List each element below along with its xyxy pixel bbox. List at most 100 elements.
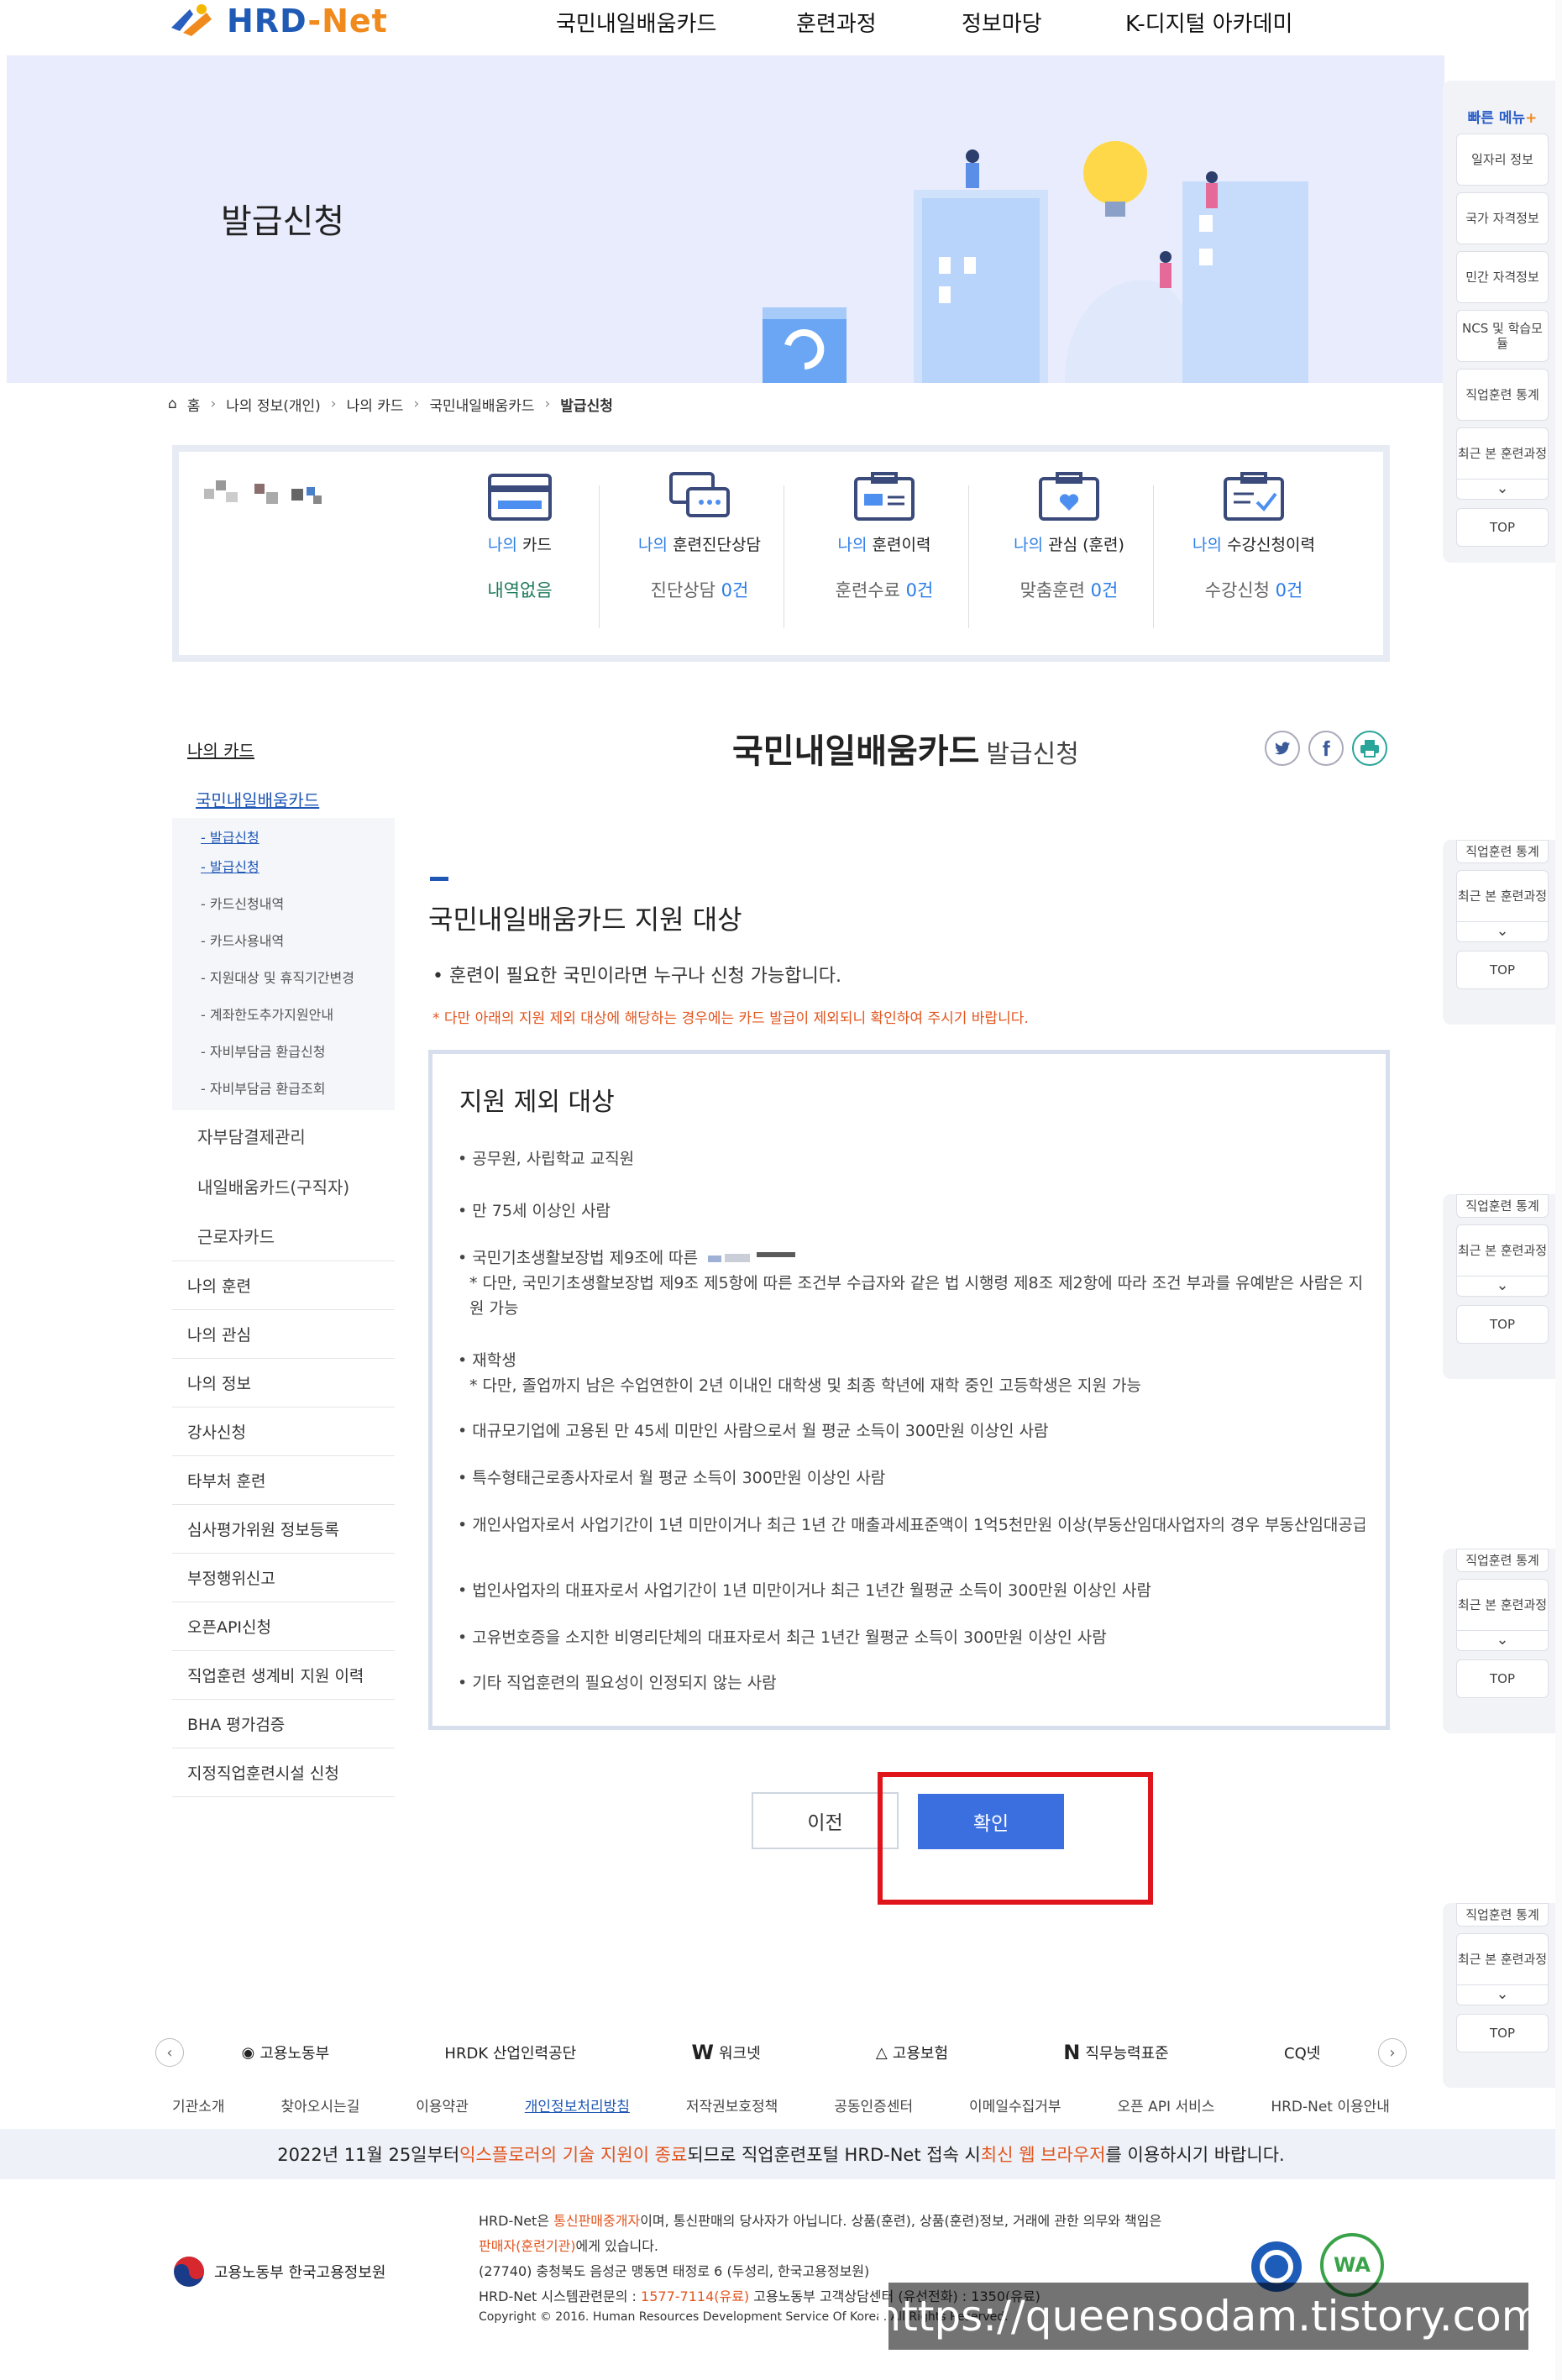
sidebar-sub-apply-clipped[interactable]: - 발급신청 bbox=[172, 823, 395, 847]
quick-private-cert[interactable]: 민간 자격정보 bbox=[1456, 251, 1549, 303]
footer-link[interactable]: 기관소개 bbox=[172, 2094, 225, 2115]
quick-recent-courses[interactable]: 최근 본 훈련과정 bbox=[1456, 1224, 1549, 1276]
watermark: https://queensodam.tistory.com bbox=[875, 2283, 1542, 2350]
sidebar-item-jobseeker-card[interactable]: 내일배움카드(구직자) bbox=[172, 1161, 395, 1211]
sidebar-item-naeil-card[interactable]: 국민내일배움카드 bbox=[172, 780, 395, 818]
breadcrumb-home[interactable]: 홈 bbox=[187, 394, 201, 415]
footer-link[interactable]: 이메일수집거부 bbox=[969, 2094, 1061, 2115]
partner-worknet[interactable]: W 워크넷 bbox=[691, 2041, 760, 2064]
stat-training-history[interactable]: 나의 훈련이력 훈련수료 0건 bbox=[792, 470, 977, 602]
sidebar-item-reviewer[interactable]: 심사평가위원 정보등록 bbox=[172, 1505, 395, 1554]
sidebar-item-worker-card[interactable]: 근로자카드 bbox=[172, 1211, 395, 1261]
nav-info[interactable]: 정보마당 bbox=[962, 7, 1042, 38]
quick-ncs[interactable]: NCS 및 학습모듈 bbox=[1456, 310, 1549, 362]
partner-cq[interactable]: CQ넷 bbox=[1284, 2042, 1320, 2063]
breadcrumb-naeil-card[interactable]: 국민내일배움카드 bbox=[429, 394, 534, 415]
stat-enrollment[interactable]: 나의 수강신청이력 수강신청 0건 bbox=[1161, 470, 1346, 602]
quick-top-button[interactable]: TOP bbox=[1456, 951, 1549, 989]
sidebar-item-other-ministry[interactable]: 타부처 훈련 bbox=[172, 1456, 395, 1505]
sidebar-item-bha[interactable]: BHA 평가검증 bbox=[172, 1700, 395, 1748]
quick-top-button[interactable]: TOP bbox=[1456, 508, 1549, 547]
chevron-left-icon[interactable]: ‹ bbox=[155, 2038, 184, 2067]
quick-top-button[interactable]: TOP bbox=[1456, 2014, 1549, 2052]
prev-button[interactable]: 이전 bbox=[752, 1792, 899, 1849]
quick-national-cert[interactable]: 국가 자격정보 bbox=[1456, 192, 1549, 244]
partner-ei[interactable]: △ 고용보험 bbox=[876, 2042, 948, 2063]
section-title: 국민내일배움카드 지원 대상 bbox=[428, 904, 742, 936]
heart-folder-icon bbox=[1039, 472, 1099, 521]
footer-link[interactable]: 저작권보호정책 bbox=[686, 2094, 778, 2115]
breadcrumb-current: 발급신청 bbox=[560, 397, 613, 415]
quick-training-stats[interactable]: 직업훈련 통계 bbox=[1456, 1549, 1549, 1572]
sidebar-sub-extra-limit[interactable]: - 계좌한도추가지원안내 bbox=[172, 994, 395, 1031]
twitter-icon[interactable] bbox=[1265, 731, 1300, 766]
chevron-down-icon[interactable]: ⌄ bbox=[1456, 1985, 1549, 2005]
sidebar-sub-refund-apply[interactable]: - 자비부담금 환급신청 bbox=[172, 1031, 395, 1068]
hrd-net-logo[interactable]: HRD-Net bbox=[168, 0, 388, 42]
hero-illustration bbox=[763, 141, 1308, 383]
partner-hrdk[interactable]: HRDK 산업인력공단 bbox=[444, 2042, 576, 2063]
footer-link[interactable]: 찾아오시는길 bbox=[281, 2094, 360, 2115]
chevron-down-icon[interactable]: ⌄ bbox=[1456, 1276, 1549, 1297]
partner-moel[interactable]: ◉ 고용노동부 bbox=[242, 2042, 330, 2063]
quick-recent-courses[interactable]: 최근 본 훈련과정 bbox=[1456, 870, 1549, 922]
quick-recent-courses[interactable]: 최근 본 훈련과정 bbox=[1456, 1933, 1549, 1985]
sidebar-title-my-card[interactable]: 나의 카드 bbox=[172, 731, 395, 768]
sidebar-item-living-cost[interactable]: 직업훈련 생계비 지원 이력 bbox=[172, 1651, 395, 1700]
sidebar-item-misconduct[interactable]: 부정행위신고 bbox=[172, 1554, 395, 1602]
sidebar-item-open-api[interactable]: 오픈API신청 bbox=[172, 1602, 395, 1651]
stat-label: 훈련진단상담 bbox=[673, 536, 761, 554]
chevron-down-icon[interactable]: ⌄ bbox=[1456, 1631, 1549, 1651]
sidebar-item-instructor[interactable]: 강사신청 bbox=[172, 1408, 395, 1456]
quick-menu-fragment: 직업훈련 통계 최근 본 훈련과정 ⌄ TOP bbox=[1443, 1903, 1562, 2088]
nav-naeil-card[interactable]: 국민내일배움카드 bbox=[556, 7, 716, 38]
chevron-right-icon[interactable]: › bbox=[1378, 2038, 1407, 2067]
sidebar-item-my-info[interactable]: 나의 정보 bbox=[172, 1359, 395, 1408]
ncs-logo-icon: N bbox=[1063, 2041, 1081, 2064]
sidebar-sub-card-usage[interactable]: - 카드사용내역 bbox=[172, 920, 395, 957]
logo-text: HRD bbox=[227, 3, 308, 39]
sidebar-sub-apply[interactable]: - 발급신청 bbox=[172, 847, 395, 883]
chevron-down-icon[interactable]: ⌄ bbox=[1456, 922, 1549, 942]
scrollbar[interactable] bbox=[1555, 0, 1562, 2380]
nav-k-digital[interactable]: K-디지털 아카데미 bbox=[1125, 7, 1292, 38]
quick-training-stats[interactable]: 직업훈련 통계 bbox=[1456, 1903, 1549, 1927]
footer-link[interactable]: 오픈 API 서비스 bbox=[1117, 2094, 1214, 2115]
sidebar-sub-eligibility-change[interactable]: - 지원대상 및 휴직기간변경 bbox=[172, 957, 395, 994]
sidebar-item-designated-facility[interactable]: 지정직업훈련시설 신청 bbox=[172, 1748, 395, 1797]
quick-top-button[interactable]: TOP bbox=[1456, 1659, 1549, 1698]
footer-link[interactable]: 이용약관 bbox=[416, 2094, 469, 2115]
quick-recent-courses[interactable]: 최근 본 훈련과정 bbox=[1456, 427, 1549, 480]
quick-training-stats[interactable]: 직업훈련 통계 bbox=[1456, 1194, 1549, 1218]
quick-recent-courses[interactable]: 최근 본 훈련과정 bbox=[1456, 1579, 1549, 1631]
footer-link[interactable]: HRD-Net 이용안내 bbox=[1271, 2094, 1390, 2115]
chevron-down-icon[interactable]: ⌄ bbox=[1456, 480, 1549, 500]
sidebar-item-my-interest[interactable]: 나의 관심 bbox=[172, 1310, 395, 1359]
quick-training-stats[interactable]: 직업훈련 통계 bbox=[1456, 369, 1549, 421]
home-icon[interactable]: ⌂ bbox=[168, 396, 177, 412]
nav-training-courses[interactable]: 훈련과정 bbox=[796, 7, 877, 38]
sidebar-sub-card-requests[interactable]: - 카드신청내역 bbox=[172, 883, 395, 920]
stat-interest[interactable]: 나의 관심 (훈련) 맞춤훈련 0건 bbox=[977, 470, 1161, 602]
footer-link-privacy[interactable]: 개인정보처리방침 bbox=[525, 2094, 630, 2115]
breadcrumb-my-info[interactable]: 나의 정보(개인) bbox=[226, 394, 321, 415]
sidebar-item-my-training[interactable]: 나의 훈련 bbox=[172, 1261, 395, 1310]
facebook-icon[interactable] bbox=[1308, 731, 1344, 766]
stat-value-label: 훈련수료 bbox=[835, 580, 900, 600]
print-icon[interactable] bbox=[1352, 731, 1387, 766]
partner-ncs[interactable]: N 직무능력표준 bbox=[1063, 2041, 1168, 2064]
quick-jobs[interactable]: 일자리 정보 bbox=[1456, 134, 1549, 186]
sidebar-sub-refund-check[interactable]: - 자비부담금 환급조회 bbox=[172, 1068, 395, 1105]
exclusion-text: • 만 75세 이상인 사람 bbox=[458, 1202, 611, 1220]
section-accent-bar bbox=[430, 877, 448, 881]
quick-training-stats[interactable]: 직업훈련 통계 bbox=[1456, 840, 1549, 863]
breadcrumb-my-card[interactable]: 나의 카드 bbox=[347, 394, 404, 415]
quick-menu-fragment: 직업훈련 통계 최근 본 훈련과정 ⌄ TOP bbox=[1443, 840, 1562, 1025]
stat-my-card[interactable]: 나의 카드 내역없음 bbox=[427, 470, 612, 602]
sidebar-item-self-pay[interactable]: 자부담결제관리 bbox=[172, 1110, 395, 1161]
footer-link[interactable]: 공동인증센터 bbox=[834, 2094, 913, 2115]
quick-top-button[interactable]: TOP bbox=[1456, 1305, 1549, 1344]
stat-diagnosis[interactable]: 나의 훈련진단상담 진단상담 0건 bbox=[607, 470, 792, 602]
breadcrumb-separator-icon: › bbox=[413, 396, 420, 412]
exclusion-item: • 법인사업자의 대표자로서 사업기간이 1년 미만이거나 최근 1년간 월평균… bbox=[458, 1578, 1365, 1603]
